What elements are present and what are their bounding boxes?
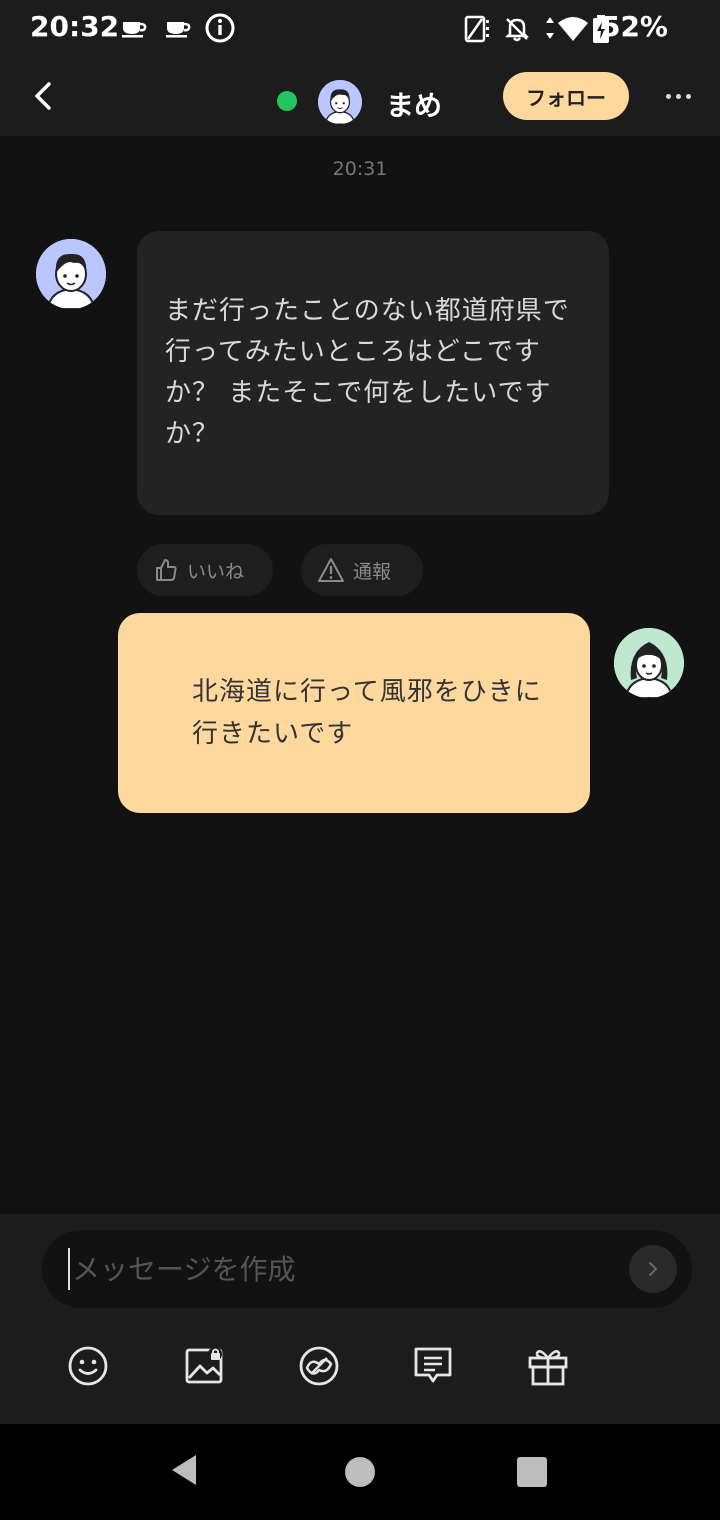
user-avatar-icon xyxy=(36,239,106,309)
like-button[interactable]: いいね xyxy=(137,544,273,596)
bell-off-icon xyxy=(504,18,530,42)
sticker-icon[interactable] xyxy=(297,1344,341,1388)
status-time: 20:32 xyxy=(30,10,120,43)
coffee-icon xyxy=(122,22,147,38)
no-sim-icon xyxy=(464,15,489,43)
wifi-icon: 4 xyxy=(546,17,588,42)
chevron-right-icon xyxy=(648,1261,658,1277)
warning-icon xyxy=(318,558,344,582)
gift-icon[interactable] xyxy=(526,1344,570,1388)
more-options-button[interactable] xyxy=(656,80,700,112)
svg-text:4: 4 xyxy=(580,31,587,42)
system-navigation-bar xyxy=(0,1424,720,1520)
coffee-icon xyxy=(166,22,191,38)
online-status-indicator xyxy=(277,91,297,111)
emoji-icon[interactable] xyxy=(66,1344,110,1388)
avatar[interactable] xyxy=(36,239,106,309)
back-button[interactable] xyxy=(24,76,64,116)
send-button[interactable] xyxy=(629,1245,677,1293)
info-icon xyxy=(205,13,235,43)
chat-partner-name: まめ xyxy=(386,89,443,122)
report-label: 通報 xyxy=(353,560,392,583)
message-input-container xyxy=(42,1230,692,1308)
message-template-icon[interactable] xyxy=(411,1344,455,1388)
avatar[interactable] xyxy=(614,628,684,698)
nav-back-button[interactable] xyxy=(168,1452,200,1488)
status-bar: 20:32 4 52% xyxy=(0,0,720,60)
image-locked-icon[interactable] xyxy=(183,1344,227,1388)
outgoing-message-bubble: 北海道に行って風邪をひきに行きたいです xyxy=(118,613,590,813)
incoming-message-bubble: まだ行ったことのない都道府県で行ってみたいところはどこですか？ またそこで何をし… xyxy=(137,231,609,515)
chat-header: まめ フォロー xyxy=(0,60,720,136)
nav-home-button[interactable] xyxy=(343,1455,377,1489)
avatar[interactable] xyxy=(318,80,362,124)
message-input[interactable] xyxy=(68,1248,608,1290)
battery-percentage: 52% xyxy=(600,10,668,43)
message-composer xyxy=(0,1214,720,1424)
report-button[interactable]: 通報 xyxy=(301,544,423,596)
like-label: いいね xyxy=(187,560,245,583)
message-timestamp: 20:31 xyxy=(332,158,388,180)
user-avatar-icon xyxy=(318,80,362,124)
nav-recents-button[interactable] xyxy=(516,1456,548,1488)
more-dots-icon xyxy=(665,93,671,99)
follow-button[interactable]: フォロー xyxy=(503,72,629,120)
thumbs-up-icon xyxy=(156,559,177,581)
self-avatar-icon xyxy=(614,628,684,698)
